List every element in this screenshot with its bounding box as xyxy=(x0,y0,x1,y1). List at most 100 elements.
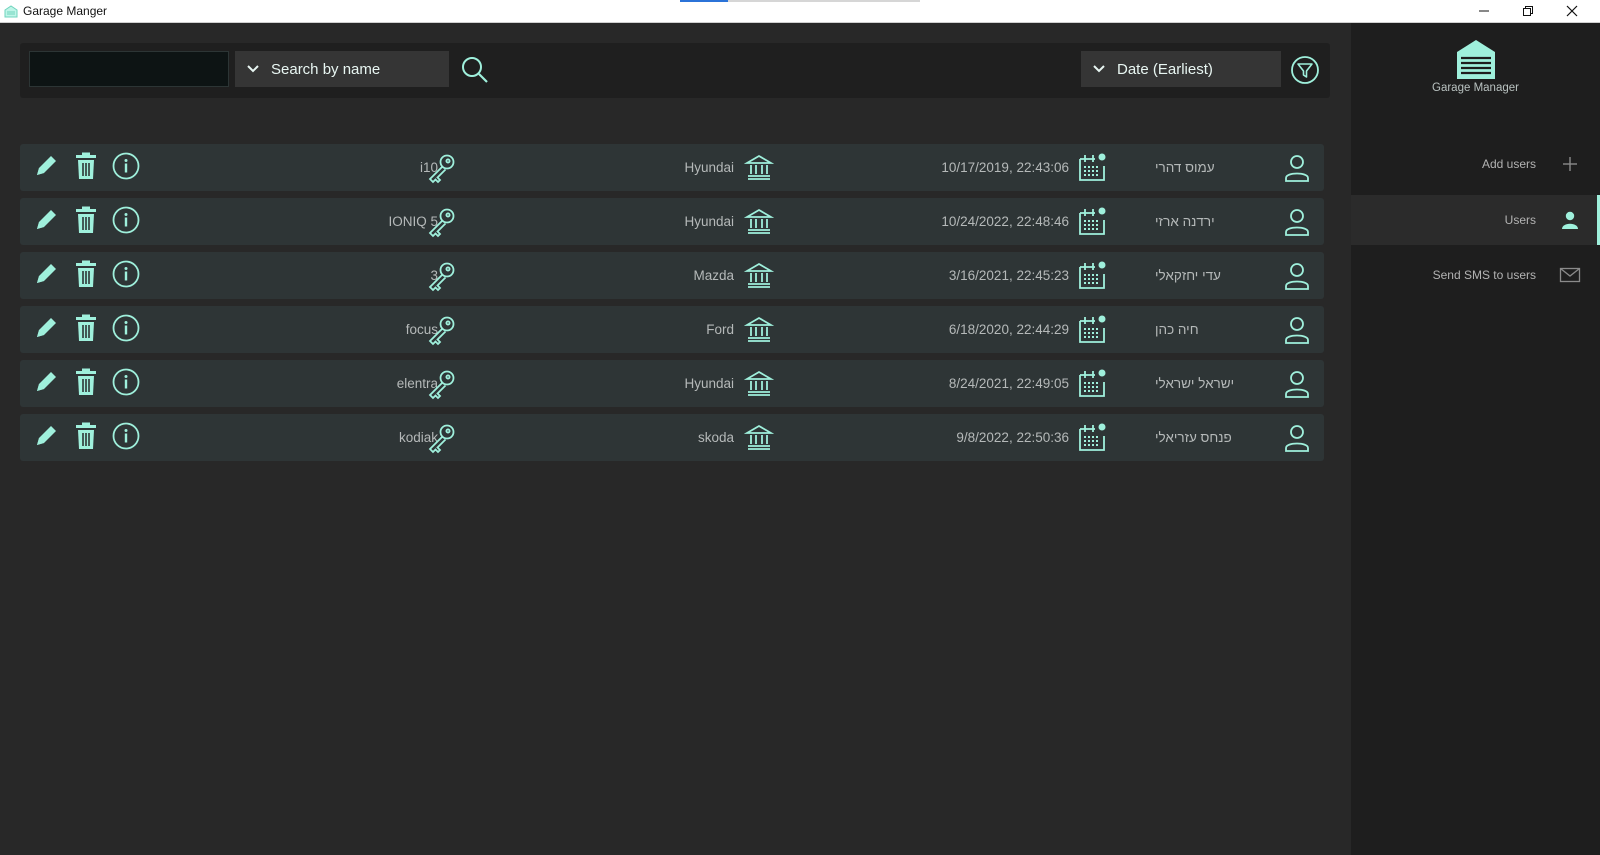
service-date: 3/16/2021, 22:45:23 xyxy=(948,268,1069,283)
user-icon xyxy=(1280,259,1314,293)
info-icon xyxy=(111,151,141,186)
logo-label: Garage Manager xyxy=(1432,82,1519,94)
key-icon xyxy=(425,259,459,293)
delete-button[interactable] xyxy=(69,205,103,239)
main-panel: Search by name Date (Earliest) i10 Hyund… xyxy=(0,23,1351,855)
trash-icon xyxy=(72,313,100,348)
delete-button[interactable] xyxy=(69,313,103,347)
info-button[interactable] xyxy=(109,259,143,293)
search-mode-label: Search by name xyxy=(271,60,381,78)
nav-send-sms[interactable]: Send SMS to users xyxy=(1351,250,1600,300)
key-icon xyxy=(425,421,459,455)
info-button[interactable] xyxy=(109,313,143,347)
info-icon xyxy=(111,313,141,348)
edit-button[interactable] xyxy=(29,205,63,239)
info-button[interactable] xyxy=(109,205,143,239)
key-icon xyxy=(425,205,459,239)
owner-name: עמוס דהרי xyxy=(1155,160,1215,175)
filter-button[interactable] xyxy=(1288,53,1322,87)
user-icon xyxy=(1280,421,1314,455)
calendar-icon xyxy=(1075,313,1109,347)
car-maker: Hyundai xyxy=(684,376,734,391)
key-icon xyxy=(425,367,459,401)
bank-icon xyxy=(742,367,776,401)
nav-send-sms-label: Send SMS to users xyxy=(1432,268,1536,282)
trash-icon xyxy=(72,151,100,186)
sort-dropdown[interactable]: Date (Earliest) xyxy=(1081,51,1281,87)
service-date: 10/17/2019, 22:43:06 xyxy=(941,160,1069,175)
trash-icon xyxy=(72,421,100,456)
minimize-button[interactable] xyxy=(1462,0,1506,22)
bank-icon xyxy=(742,313,776,347)
search-toolbar: Search by name Date (Earliest) xyxy=(20,43,1330,98)
user-icon xyxy=(1280,205,1314,239)
user-icon xyxy=(1558,208,1582,232)
sort-mode-label: Date (Earliest) xyxy=(1117,60,1213,78)
owner-name: חיה כהן xyxy=(1155,322,1199,337)
trash-icon xyxy=(72,259,100,294)
bank-icon xyxy=(742,421,776,455)
nav-add-users-label: Add users xyxy=(1481,157,1536,171)
key-icon xyxy=(425,313,459,347)
search-button[interactable] xyxy=(458,53,492,87)
chevron-down-icon xyxy=(1081,51,1117,87)
calendar-icon xyxy=(1075,367,1109,401)
search-input[interactable] xyxy=(29,51,229,87)
table-row: focus Ford 6/18/2020, 22:44:29 חיה כהן xyxy=(20,306,1324,353)
garage-logo-icon xyxy=(1457,40,1495,79)
service-date: 8/24/2021, 22:49:05 xyxy=(948,376,1069,391)
info-button[interactable] xyxy=(109,151,143,185)
key-icon xyxy=(425,151,459,185)
calendar-icon xyxy=(1075,259,1109,293)
calendar-icon xyxy=(1075,205,1109,239)
search-mode-dropdown[interactable]: Search by name xyxy=(235,51,449,87)
edit-button[interactable] xyxy=(29,313,63,347)
nav-users[interactable]: Users xyxy=(1351,195,1600,245)
title-bar: Garage Manger xyxy=(0,0,1600,23)
edit-button[interactable] xyxy=(29,421,63,455)
delete-button[interactable] xyxy=(69,259,103,293)
search-icon xyxy=(462,57,488,83)
info-button[interactable] xyxy=(109,421,143,455)
trash-icon xyxy=(72,205,100,240)
car-maker: Mazda xyxy=(693,268,734,283)
close-button[interactable] xyxy=(1550,0,1594,22)
trash-icon xyxy=(72,367,100,402)
edit-button[interactable] xyxy=(29,367,63,401)
pencil-icon xyxy=(31,367,61,402)
delete-button[interactable] xyxy=(69,151,103,185)
filter-icon xyxy=(1291,56,1319,84)
bank-icon xyxy=(742,151,776,185)
nav-add-users[interactable]: Add users xyxy=(1351,139,1600,189)
title-tab-indicator xyxy=(680,0,728,2)
pencil-icon xyxy=(31,151,61,186)
delete-button[interactable] xyxy=(69,367,103,401)
delete-button[interactable] xyxy=(69,421,103,455)
owner-name: ירדנה ארזי xyxy=(1155,214,1215,229)
car-maker: Ford xyxy=(706,322,734,337)
info-button[interactable] xyxy=(109,367,143,401)
restore-icon xyxy=(1523,6,1533,16)
chevron-down-icon xyxy=(235,51,271,87)
calendar-icon xyxy=(1075,151,1109,185)
table-row: kodiak skoda 9/8/2022, 22:50:36 פנחס עזר… xyxy=(20,414,1324,461)
table-row: IONIQ 5 Hyundai 10/24/2022, 22:48:46 ירד… xyxy=(20,198,1324,245)
close-icon xyxy=(1566,5,1578,17)
user-icon xyxy=(1280,367,1314,401)
window-title: Garage Manger xyxy=(23,4,108,18)
pencil-icon xyxy=(31,205,61,240)
edit-button[interactable] xyxy=(29,259,63,293)
user-icon xyxy=(1280,151,1314,185)
car-maker: skoda xyxy=(697,430,734,445)
garage-app-icon xyxy=(4,5,18,18)
owner-name: פנחס עזריאלי xyxy=(1155,430,1232,445)
restore-button[interactable] xyxy=(1506,0,1550,22)
pencil-icon xyxy=(31,259,61,294)
info-icon xyxy=(111,259,141,294)
edit-button[interactable] xyxy=(29,151,63,185)
info-icon xyxy=(111,367,141,402)
table-row: elentra Hyundai 8/24/2021, 22:49:05 ישרא… xyxy=(20,360,1324,407)
info-icon xyxy=(111,421,141,456)
nav-users-label: Users xyxy=(1504,213,1536,227)
bank-icon xyxy=(742,205,776,239)
